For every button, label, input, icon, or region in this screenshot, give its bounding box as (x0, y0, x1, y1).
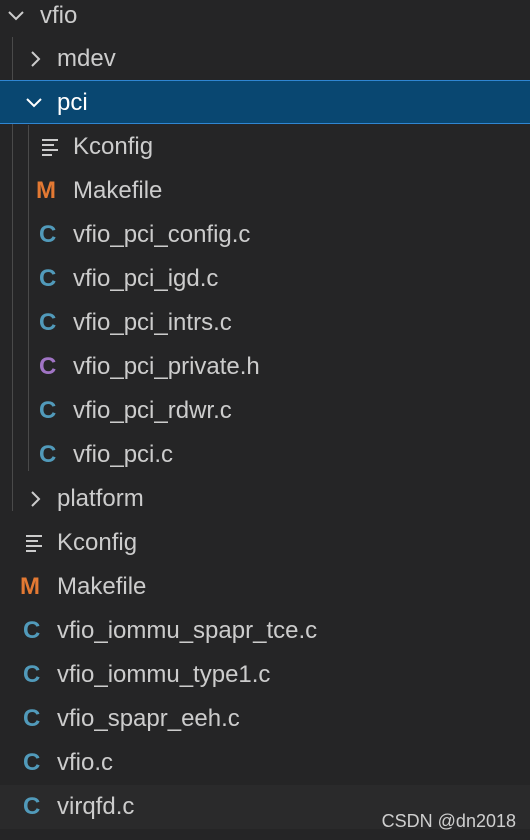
file-explorer-tree: vfio mdev pci Kconfig M Makefile C vfio_… (0, 0, 530, 840)
file-label: vfio_pci_rdwr.c (73, 397, 232, 424)
c-file-icon: C (23, 749, 41, 776)
c-file-icon: C (23, 705, 41, 732)
file-iommu-spapr-tce-c[interactable]: C vfio_iommu_spapr_tce.c (0, 609, 530, 653)
chevron-down-icon (6, 0, 26, 38)
c-file-icon: C (23, 661, 41, 688)
file-spapr-eeh-c[interactable]: C vfio_spapr_eeh.c (0, 697, 530, 741)
c-file-icon: C (39, 397, 57, 424)
file-label: vfio.c (57, 749, 114, 776)
file-label: vfio_spapr_eeh.c (57, 705, 240, 732)
folder-pci[interactable]: pci (0, 80, 530, 124)
file-label: vfio_pci_intrs.c (73, 309, 232, 336)
file-label: vfio_pci_igd.c (73, 265, 219, 292)
c-file-icon: C (39, 309, 57, 336)
file-pci-c[interactable]: C vfio_pci.c (0, 433, 530, 477)
folder-platform[interactable]: platform (0, 477, 530, 521)
file-label: vfio_iommu_type1.c (57, 661, 271, 688)
folder-mdev[interactable]: mdev (0, 37, 530, 81)
file-label: virqfd.c (57, 793, 135, 820)
chevron-down-icon (24, 81, 44, 125)
file-label: vfio_pci.c (73, 441, 174, 468)
file-label: Makefile (57, 573, 147, 600)
chevron-right-icon (26, 37, 46, 81)
file-kconfig[interactable]: Kconfig (0, 521, 530, 565)
folder-label: vfio (40, 2, 78, 29)
file-pci-config-c[interactable]: C vfio_pci_config.c (0, 213, 530, 257)
c-header-file-icon: C (39, 353, 57, 380)
lines-file-icon (24, 521, 48, 565)
c-file-icon: C (23, 793, 41, 820)
file-pci-kconfig[interactable]: Kconfig (0, 125, 530, 169)
file-iommu-type1-c[interactable]: C vfio_iommu_type1.c (0, 653, 530, 697)
chevron-right-icon (26, 477, 46, 521)
file-pci-igd-c[interactable]: C vfio_pci_igd.c (0, 257, 530, 301)
c-file-icon: C (23, 617, 41, 644)
file-makefile[interactable]: M Makefile (0, 565, 530, 609)
makefile-m-icon: M (36, 177, 56, 204)
lines-file-icon (40, 125, 64, 169)
folder-label: pci (57, 89, 88, 116)
file-label: Kconfig (73, 133, 154, 160)
folder-vfio[interactable]: vfio (0, 0, 530, 38)
file-pci-private-h[interactable]: C vfio_pci_private.h (0, 345, 530, 389)
c-file-icon: C (39, 441, 57, 468)
c-file-icon: C (39, 221, 57, 248)
file-pci-makefile[interactable]: M Makefile (0, 169, 530, 213)
watermark-text: CSDN @dn2018 (381, 811, 516, 831)
file-label: vfio_iommu_spapr_tce.c (57, 617, 318, 644)
file-label: vfio_pci_private.h (73, 353, 260, 380)
file-pci-intrs-c[interactable]: C vfio_pci_intrs.c (0, 301, 530, 345)
file-pci-rdwr-c[interactable]: C vfio_pci_rdwr.c (0, 389, 530, 433)
c-file-icon: C (39, 265, 57, 292)
file-label: Makefile (73, 177, 163, 204)
file-label: vfio_pci_config.c (73, 221, 251, 248)
file-vfio-c[interactable]: C vfio.c (0, 741, 530, 785)
folder-label: platform (57, 485, 144, 512)
folder-label: mdev (57, 45, 116, 72)
file-label: Kconfig (57, 529, 138, 556)
makefile-m-icon: M (20, 573, 40, 600)
